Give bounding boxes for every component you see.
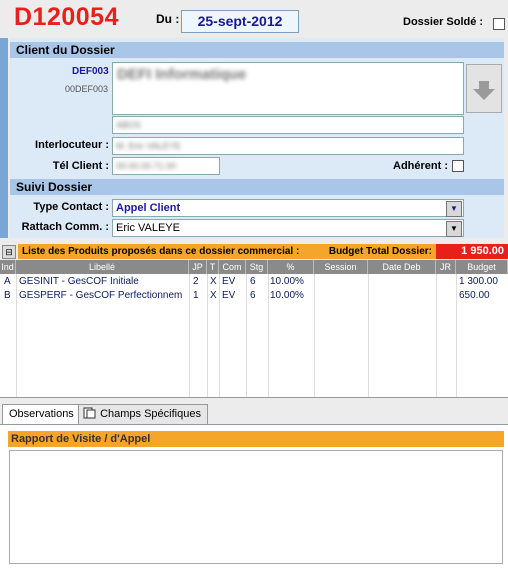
dossier-solde-checkbox[interactable] [493,18,505,30]
tel-value: 00.00.00.71.00 [116,161,177,171]
products-table[interactable]: Ind Libellé JP T Com Stg % Session Date … [0,260,508,398]
budget-total-amount: 1 950.00 [461,245,504,257]
type-contact-label: Type Contact : [33,201,109,213]
tel-label: Tél Client : [52,160,109,172]
rattach-label: Rattach Comm. : [21,221,109,233]
cell-stg: 6 [250,276,256,287]
budget-total-value: 1 950.00 [436,244,508,259]
chevron-down-icon[interactable]: ▼ [446,201,462,217]
bottom-tabs: Observations Champs Spécifiques [0,404,508,425]
client-code[interactable]: DEF003 [72,66,109,77]
tel-field[interactable]: 00.00.00.71.00 [112,157,220,175]
left-accent-bar [0,38,8,238]
tab-champs-specifiques[interactable]: Champs Spécifiques [78,404,208,424]
client-address-field[interactable]: ABOS [112,116,464,134]
client-name: DEFI Informatique [117,66,247,83]
cell-budget: 650.00 [459,290,490,301]
column-header[interactable]: Stg [246,260,268,274]
tab-observations[interactable]: Observations [2,404,81,425]
rapport-textarea[interactable] [9,450,503,564]
chevron-down-icon[interactable]: ▼ [446,221,462,237]
column-header[interactable]: Ind [0,260,16,274]
rattach-select[interactable]: Eric VALEYE ▼ [112,219,464,237]
cell-ind: B [4,290,11,301]
cell-t: X [210,290,217,301]
client-section-title: Client du Dossier [10,42,504,58]
column-header[interactable]: JR [436,260,456,274]
interlocuteur-field[interactable]: M. Eric VALEYE [112,137,464,155]
cell-pct: 10.00% [270,276,304,287]
suivi-section-title: Suivi Dossier [10,179,504,195]
column-header[interactable]: Date Deb [368,260,436,274]
column-header[interactable]: Budget [456,260,508,274]
rapport-title: Rapport de Visite / d'Appel [8,431,504,447]
cell-com: EV [222,290,236,301]
client-address: ABOS [116,120,142,130]
cell-pct: 10.00% [270,290,304,301]
column-header[interactable]: T [207,260,219,274]
date-label: Du : [156,12,180,26]
adherent-checkbox[interactable] [452,160,464,172]
client-select-button[interactable] [466,64,502,113]
client-code-alt: 00DEF003 [65,84,109,94]
cell-budget: 1 300.00 [459,276,498,287]
client-name-field[interactable]: DEFI Informatique [112,62,464,115]
cell-jp: 2 [193,276,199,287]
column-header[interactable]: Libellé [16,260,189,274]
products-title: Liste des Produits proposés dans ce doss… [18,244,436,259]
type-contact-select[interactable]: Appel Client ▼ [112,199,464,217]
cell-com: EV [222,276,236,287]
column-header[interactable]: JP [189,260,207,274]
down-arrow-icon [473,81,495,100]
cell-libelle: GESPERF - GesCOF Perfectionnem [19,290,183,301]
interlocuteur-label: Interlocuteur : [35,139,109,151]
column-header[interactable]: Session [314,260,368,274]
cell-jp: 1 [193,290,199,301]
cell-stg: 6 [250,290,256,301]
column-header[interactable]: Com [219,260,246,274]
tab-champs-label: Champs Spécifiques [100,408,201,420]
products-title-text: Liste des Produits proposés dans ce doss… [22,246,300,257]
cell-ind: A [4,276,11,287]
cell-libelle: GESINIT - GesCOF Initiale [19,276,139,287]
dossier-solde-label: Dossier Soldé : [403,16,484,28]
dossier-id: D120054 [14,3,119,31]
rattach-value: Eric VALEYE [116,222,180,234]
interlocuteur-value: M. Eric VALEYE [116,141,181,151]
collapse-icon[interactable]: ⊟ [2,245,16,259]
adherent-label: Adhérent : [393,160,448,172]
column-header[interactable]: % [268,260,314,274]
type-contact-value: Appel Client [116,202,181,214]
dossier-date-field[interactable]: 25-sept-2012 [181,10,299,33]
budget-total-label: Budget Total Dossier: [328,246,432,257]
document-icon [83,407,96,419]
cell-t: X [210,276,217,287]
